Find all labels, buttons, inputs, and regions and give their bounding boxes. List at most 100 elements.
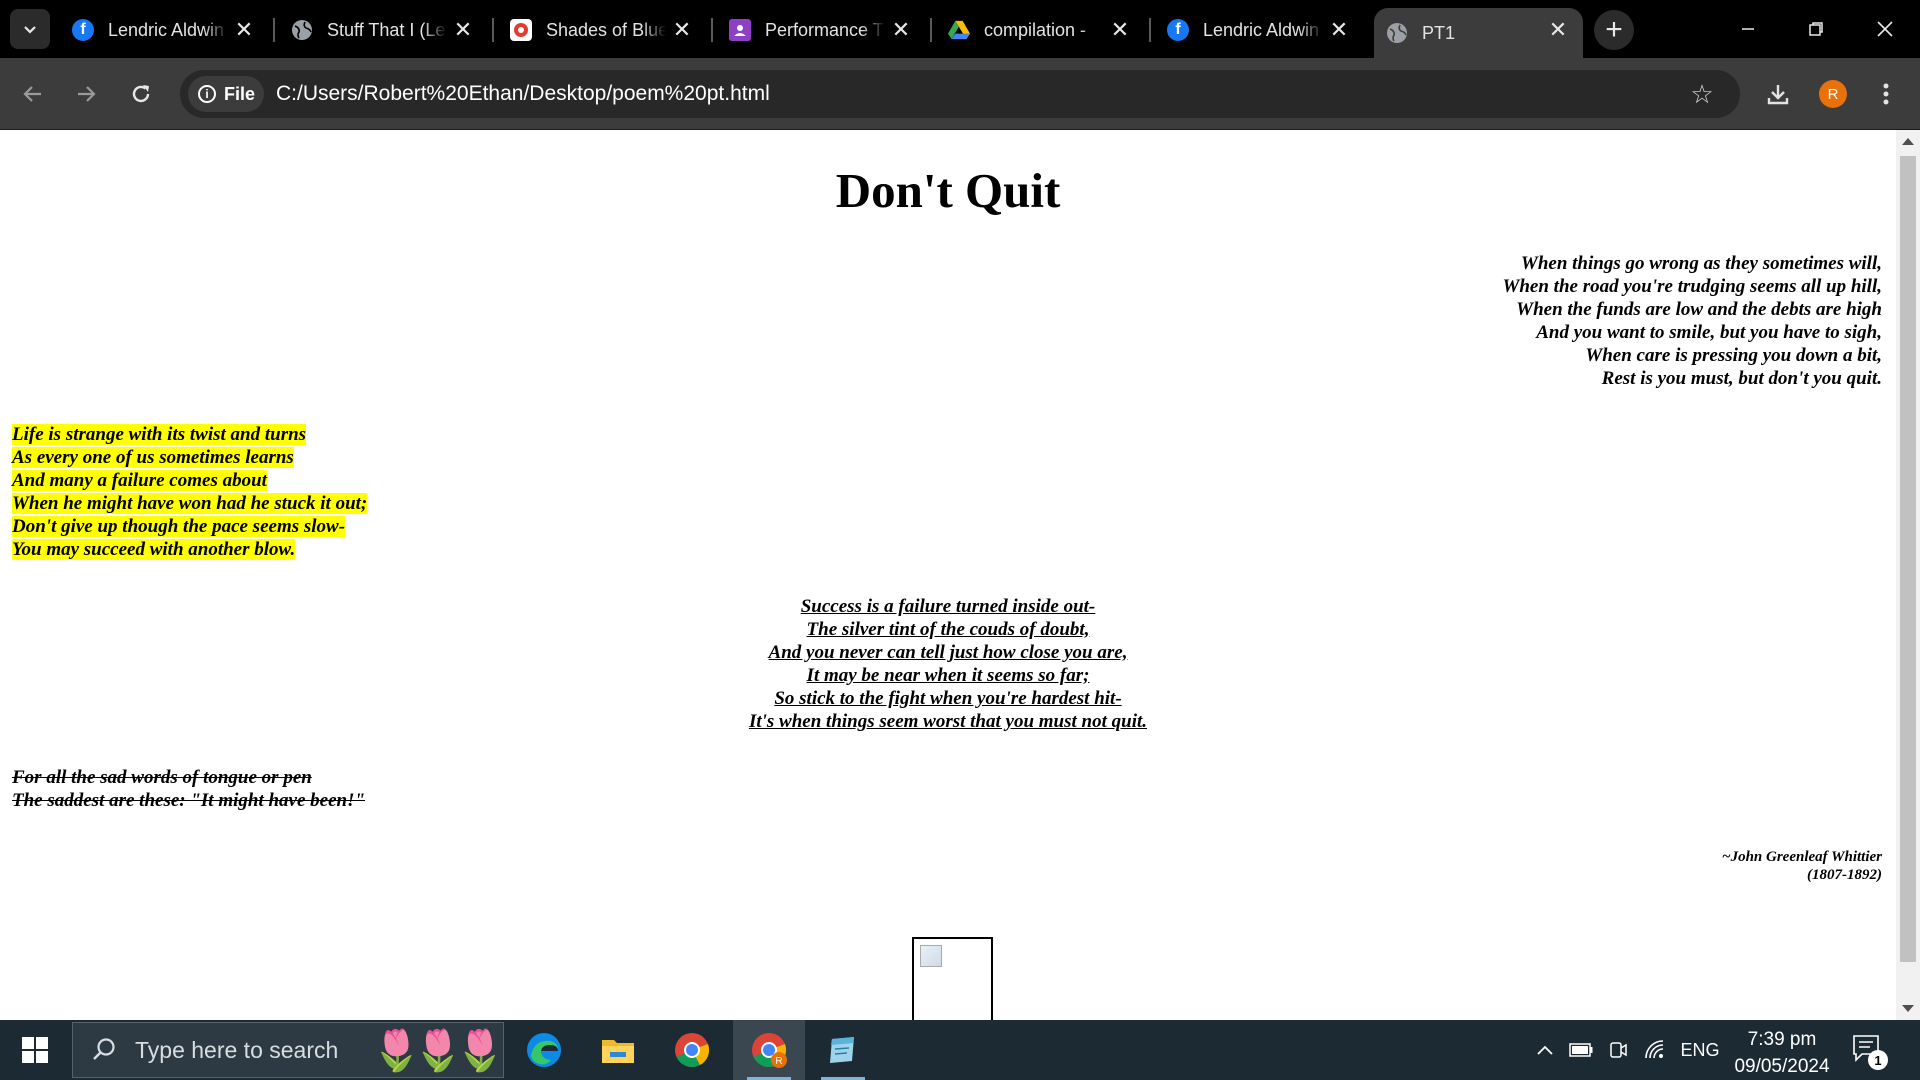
- edge-app[interactable]: [508, 1020, 580, 1080]
- close-icon[interactable]: ✕: [1109, 17, 1131, 42]
- network-status[interactable]: [1638, 1020, 1672, 1080]
- close-icon[interactable]: ✕: [1328, 17, 1350, 42]
- address-bar[interactable]: i File C:/Users/Robert%20Ethan/Desktop/p…: [180, 70, 1740, 118]
- chrome-profile-app[interactable]: R: [733, 1020, 805, 1080]
- tab-stuff-that-i[interactable]: Stuff That I (Le ✕: [279, 8, 488, 52]
- notification-count-badge: 1: [1868, 1050, 1888, 1070]
- scrollbar-thumb[interactable]: [1900, 156, 1916, 962]
- download-icon: [1767, 85, 1789, 105]
- notepad-app[interactable]: [807, 1020, 879, 1080]
- search-placeholder: Type here to search: [135, 1036, 339, 1063]
- tab-divider: [492, 18, 494, 42]
- poem-line: When the funds are low and the debts are…: [1516, 299, 1882, 320]
- url-text[interactable]: C:/Users/Robert%20Ethan/Desktop/poem%20p…: [276, 82, 770, 106]
- back-button[interactable]: [13, 74, 53, 114]
- close-icon[interactable]: ✕: [890, 17, 912, 42]
- poem-line: And many a failure comes about: [12, 470, 267, 491]
- poem-line: Success is a failure turned inside out-: [800, 596, 1096, 617]
- poem-line: Don't give up though the pace seems slow…: [12, 516, 346, 537]
- tab-divider: [711, 18, 713, 42]
- profile-button[interactable]: R: [1813, 74, 1853, 114]
- poem-line: When the road you're trudging seems all …: [1502, 276, 1882, 297]
- page-title: Don't Quit: [835, 163, 1061, 218]
- tab-strip: f Lendric Aldwin ✕ Stuff That I (Le ✕ Sh…: [0, 0, 1920, 58]
- poem-line: The silver tint of the couds of doubt,: [806, 619, 1090, 640]
- stanza-1: When things go wrong as they sometimes w…: [1502, 252, 1882, 390]
- wifi-icon: [1645, 1040, 1664, 1059]
- notepad-icon: [830, 1037, 854, 1063]
- system-clock[interactable]: 7:39 pm 09/05/2024: [1722, 1026, 1842, 1080]
- language-indicator[interactable]: ENG: [1676, 1020, 1724, 1080]
- tab-divider: [930, 18, 932, 42]
- close-icon[interactable]: ✕: [233, 17, 255, 42]
- search-icon: [93, 1038, 115, 1060]
- tab-divider: [1149, 18, 1151, 42]
- more-vertical-icon: [1883, 83, 1889, 105]
- tab-compilation[interactable]: compilation - ✕: [936, 8, 1145, 52]
- chevron-down-icon: [24, 26, 36, 34]
- arrow-right-icon: [78, 86, 96, 102]
- tab-lendric-aldwin-1[interactable]: f Lendric Aldwin ✕: [60, 8, 269, 52]
- tab-title: Performance T: [765, 19, 884, 40]
- battery-status[interactable]: [1565, 1020, 1597, 1080]
- bookmark-star-icon[interactable]: ☆: [1688, 80, 1716, 108]
- tab-divider: [273, 18, 275, 42]
- close-icon[interactable]: ✕: [452, 17, 474, 42]
- taskbar-search-box[interactable]: Type here to search 🌷🌷🌷: [72, 1022, 504, 1078]
- windows-taskbar: Type here to search 🌷🌷🌷 R ENG 7:39 pm 09…: [0, 1020, 1920, 1080]
- minimize-button[interactable]: [1723, 8, 1773, 50]
- vertical-scrollbar[interactable]: [1896, 130, 1920, 1020]
- close-icon: [1877, 21, 1893, 37]
- stanza-2-highlighted: Life is strange with its twist and turns…: [12, 423, 368, 561]
- poem-line: You may succeed with another blow.: [12, 539, 296, 560]
- poem-line: So stick to the fight when you're hardes…: [774, 688, 1122, 709]
- forward-button[interactable]: [66, 74, 106, 114]
- tab-performance[interactable]: Performance T ✕: [717, 8, 926, 52]
- tab-title: PT1: [1422, 22, 1456, 43]
- windows-logo-icon: [22, 1037, 48, 1063]
- tab-pt1[interactable]: PT1 ✕: [1374, 8, 1583, 58]
- chrome-profile-icon: R: [752, 1033, 787, 1068]
- close-icon[interactable]: ✕: [671, 17, 693, 42]
- info-icon: i: [198, 85, 216, 103]
- classroom-icon: [729, 19, 751, 41]
- globe-icon: [1386, 22, 1408, 44]
- facebook-icon: f: [1167, 19, 1189, 41]
- poem-line: When care is pressing you down a bit,: [1585, 345, 1882, 366]
- start-button[interactable]: [0, 1020, 70, 1080]
- chevron-up-icon: [1537, 1045, 1553, 1055]
- poem-line: And you never can tell just how close yo…: [768, 642, 1128, 663]
- downloads-button[interactable]: [1758, 74, 1798, 114]
- menu-button[interactable]: [1866, 74, 1906, 114]
- tulips-icon: 🌷🌷🌷: [371, 1029, 503, 1073]
- tab-shades-of-blue[interactable]: Shades of Blue ✕: [498, 8, 707, 52]
- clock-time: 7:39 pm: [1747, 1029, 1817, 1050]
- tab-lendric-aldwin-2[interactable]: f Lendric Aldwin ✕: [1155, 8, 1364, 52]
- poem-line: Rest is you must, but don't you quit.: [1601, 368, 1882, 389]
- scroll-down-arrow-icon[interactable]: [1902, 1005, 1914, 1012]
- chrome-icon: [675, 1033, 710, 1068]
- author-years: (1807-1892): [1807, 867, 1882, 883]
- file-explorer-app[interactable]: [582, 1020, 654, 1080]
- poem-line: Life is strange with its twist and turns: [12, 424, 307, 445]
- close-icon[interactable]: ✕: [1547, 17, 1569, 42]
- svg-text:R: R: [775, 1056, 782, 1067]
- poem-line: It's when things seem worst that you mus…: [748, 711, 1148, 732]
- new-tab-button[interactable]: +: [1594, 10, 1634, 50]
- author-credit: ~John Greenleaf Whittier (1807-1892): [1722, 848, 1882, 884]
- avatar: R: [1819, 80, 1847, 108]
- restore-button[interactable]: [1791, 8, 1841, 50]
- close-window-button[interactable]: [1860, 8, 1910, 50]
- scroll-up-arrow-icon[interactable]: [1902, 138, 1914, 145]
- reload-button[interactable]: [121, 74, 161, 114]
- notification-center-button[interactable]: 1: [1852, 1034, 1888, 1070]
- show-hidden-icons-button[interactable]: [1530, 1020, 1560, 1080]
- tab-search-button[interactable]: [10, 9, 50, 49]
- site-info-chip[interactable]: i File: [188, 76, 264, 112]
- edge-icon: [527, 1033, 561, 1067]
- globe-icon: [291, 19, 313, 41]
- battery-icon: [1569, 1043, 1593, 1057]
- google-drive-icon: [948, 19, 970, 41]
- chrome-app[interactable]: [656, 1020, 728, 1080]
- meet-now-status[interactable]: [1603, 1020, 1633, 1080]
